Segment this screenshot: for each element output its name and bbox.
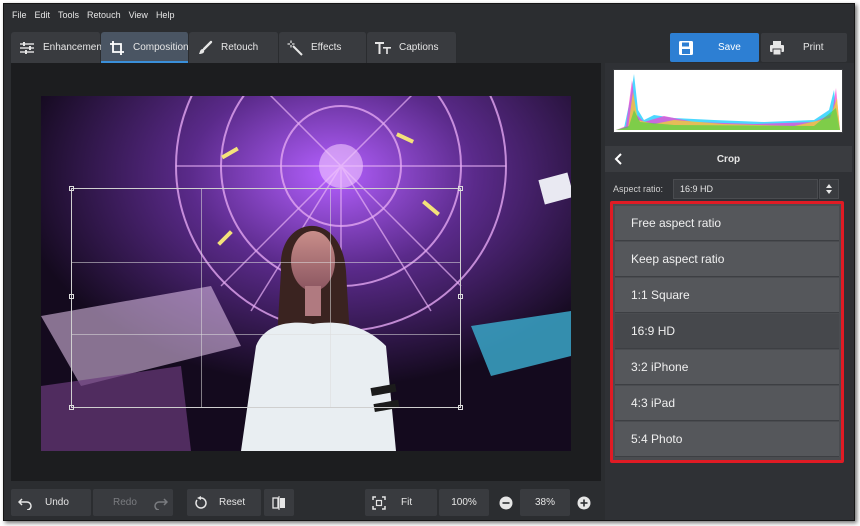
print-button[interactable]: Print [761,33,847,62]
save-button[interactable]: Save [670,33,759,62]
crop-icon [109,40,125,56]
histogram [613,69,843,133]
print-label: Print [803,42,824,53]
redo-icon [153,495,169,511]
aspect-ratio-stepper[interactable] [819,179,839,199]
menu-edit[interactable]: Edit [35,10,51,20]
undo-label: Undo [45,497,69,508]
crop-grid-line [72,334,460,336]
reset-icon [193,495,209,511]
brush-icon [197,40,213,56]
aspect-option[interactable]: 4:3 iPad [615,386,839,421]
fit-button[interactable]: Fit [365,489,437,516]
compare-button[interactable] [264,489,294,516]
zoom-level-value: 38% [534,497,555,508]
tab-captions[interactable]: Captions [367,32,457,63]
up-down-arrows-icon [826,184,832,194]
tab-label: Effects [311,42,342,53]
plus-circle-icon [576,495,592,511]
bottom-bar: Undo Redo Reset Fit 100% 38% [4,485,604,520]
reset-label: Reset [219,497,246,508]
crop-panel-header: Crop [605,146,852,172]
tab-composition[interactable]: Composition [101,32,189,63]
minus-circle-icon [498,495,514,511]
crop-grid-line [72,261,460,263]
magic-wand-icon [287,40,303,56]
printer-icon [769,40,785,56]
undo-icon [17,495,33,511]
aspect-option[interactable]: 1:1 Square [615,278,839,313]
tab-label: Captions [399,42,439,53]
menu-bar: File Edit Tools Retouch View Help [4,4,854,26]
chevron-left-icon [614,153,622,165]
redo-label: Redo [113,497,137,508]
crop-handle-top-left[interactable] [69,186,74,191]
aspect-ratio-row: Aspect ratio: 16:9 HD [613,179,846,199]
crop-handle-bottom-right[interactable] [458,405,463,410]
menu-file[interactable]: File [12,10,27,20]
crop-grid-line [330,189,332,407]
aspect-ratio-select[interactable]: 16:9 HD [673,179,818,199]
aspect-option[interactable]: Keep aspect ratio [615,242,839,277]
menu-retouch[interactable]: Retouch [87,10,121,20]
text-icon [375,40,391,56]
tab-retouch[interactable]: Retouch [189,32,279,63]
right-panel: Crop Aspect ratio: 16:9 HD Free aspect r… [605,63,854,520]
back-button[interactable] [605,146,631,172]
histogram-graph [614,70,842,132]
fit-screen-icon [371,495,387,511]
app-window: File Edit Tools Retouch View Help Enhanc… [3,3,855,521]
tab-enhancement[interactable]: Enhancement [11,32,105,63]
reset-button[interactable]: Reset [187,489,261,516]
zoom-100-button[interactable]: 100% [439,489,489,516]
tab-label: Retouch [221,42,259,53]
aspect-option[interactable]: Free aspect ratio [615,206,839,241]
aspect-ratio-value: 16:9 HD [680,184,714,194]
crop-handle-right[interactable] [458,294,463,299]
menu-help[interactable]: Help [156,10,175,20]
panel-title: Crop [716,153,741,165]
compare-icon [271,495,287,511]
image-canvas[interactable] [11,63,601,481]
crop-handle-top-right[interactable] [458,186,463,191]
save-label: Save [718,42,741,53]
zoom-in-button[interactable] [574,489,594,516]
undo-button[interactable]: Undo [11,489,91,516]
tab-label: Composition [133,42,189,53]
zoom-out-button[interactable] [496,489,516,516]
aspect-option[interactable]: 5:4 Photo [615,422,839,457]
floppy-disk-icon [678,40,694,56]
zoom-level-field[interactable]: 38% [520,489,570,516]
aspect-option-selected[interactable]: 16:9 HD [615,314,839,349]
fit-label: Fit [401,497,413,508]
crop-handle-left[interactable] [69,294,74,299]
tab-label: Enhancement [43,42,105,53]
tab-effects[interactable]: Effects [279,32,367,63]
aspect-ratio-label: Aspect ratio: [613,184,664,194]
aspect-option[interactable]: 3:2 iPhone [615,350,839,385]
redo-button[interactable]: Redo [93,489,173,516]
crop-handle-bottom-left[interactable] [69,405,74,410]
aspect-ratio-dropdown: Free aspect ratio Keep aspect ratio 1:1 … [610,201,844,463]
zoom-100-label: 100% [451,497,477,508]
crop-frame[interactable] [69,186,463,410]
crop-grid-line [201,189,203,407]
menu-view[interactable]: View [129,10,148,20]
menu-tools[interactable]: Tools [58,10,79,20]
sliders-icon [19,40,35,56]
